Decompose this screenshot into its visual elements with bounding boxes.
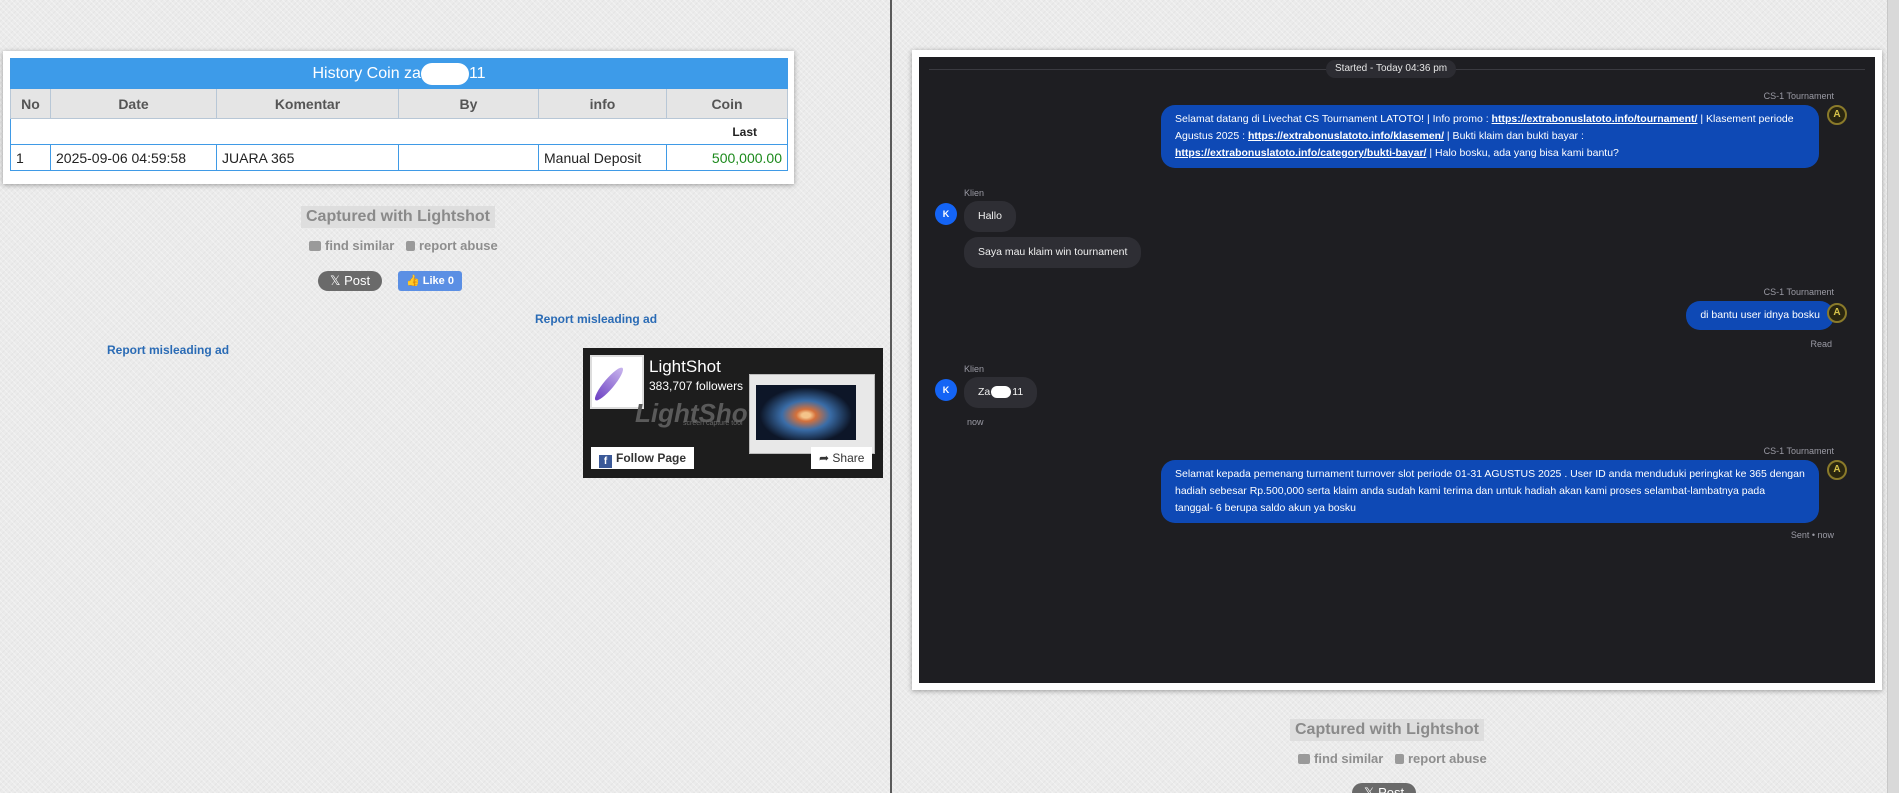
history-screenshot: History Coin za 11 No Date Komentar By in…: [3, 51, 794, 184]
column-header-by[interactable]: By: [398, 88, 539, 119]
cell-no: 1: [10, 144, 51, 171]
agent-message: Selamat datang di Livechat CS Tournament…: [1161, 105, 1819, 168]
captured-with-lightshot[interactable]: Captured with Lightshot: [1290, 719, 1484, 741]
cell-komentar: JUARA 365: [216, 144, 399, 171]
x-logo-icon: 𝕏: [330, 273, 345, 288]
clipboard-icon: [405, 241, 415, 251]
report-misleading-ad-link[interactable]: Report misleading ad: [107, 343, 229, 357]
chat-screenshot: Started - Today 04:36 pm CS-1 Tournament…: [912, 50, 1882, 690]
lightshot-actions: find similar report abuse: [1298, 751, 1495, 766]
fb-page-name[interactable]: LightShot: [649, 357, 721, 377]
follow-page-button[interactable]: f Follow Page: [591, 447, 695, 469]
column-header-info[interactable]: info: [538, 88, 667, 119]
report-abuse-link[interactable]: report abuse: [1394, 751, 1487, 766]
share-arrow-icon: ➦: [819, 451, 833, 465]
cell-date: 2025-09-06 04:59:58: [50, 144, 217, 171]
facebook-icon: f: [599, 455, 612, 468]
client-name: Klien: [964, 188, 985, 198]
agent-avatar: A: [1827, 460, 1847, 480]
share-button[interactable]: ➦ Share: [811, 447, 873, 469]
lightshot-cover-tagline: screen capture tool: [683, 420, 743, 427]
read-receipt: Read: [1810, 339, 1832, 349]
clipboard-icon: [1394, 754, 1404, 764]
fb-followers-count: 383,707 followers: [649, 379, 744, 393]
client-name: Klien: [964, 364, 985, 374]
history-title: History Coin za 11: [10, 58, 788, 89]
klasemen-link[interactable]: https://extrabonuslatoto.info/klasemen/: [1248, 130, 1444, 142]
camera-icon: [309, 241, 321, 251]
promo-link[interactable]: https://extrabonuslatoto.info/tournament…: [1492, 113, 1698, 125]
column-header-komentar[interactable]: Komentar: [216, 88, 399, 119]
find-similar-link[interactable]: find similar: [1298, 751, 1383, 766]
x-post-button[interactable]: 𝕏 Post: [318, 271, 383, 291]
agent-name: CS-1 Tournament: [1763, 287, 1834, 297]
table-row: 1 2025-09-06 04:59:58 JUARA 365 Manual D…: [10, 144, 788, 171]
bukti-bayar-link[interactable]: https://extrabonuslatoto.info/category/b…: [1175, 147, 1426, 159]
client-message: Saya mau klaim win tournament: [964, 237, 1142, 268]
x-logo-icon: 𝕏: [1364, 785, 1379, 793]
report-abuse-link[interactable]: report abuse: [405, 238, 498, 253]
report-misleading-ad-link[interactable]: Report misleading ad: [535, 312, 657, 326]
redacted-username: [991, 386, 1012, 399]
vertical-scrollbar[interactable]: [1887, 0, 1899, 793]
camera-icon: [1298, 754, 1310, 764]
captured-with-lightshot[interactable]: Captured with Lightshot: [301, 206, 495, 228]
redacted-username: [420, 62, 469, 85]
client-avatar: K: [935, 379, 957, 401]
left-screenshot-pane: History Coin za 11 No Date Komentar By in…: [0, 0, 890, 793]
cover-screenshot-image: [749, 374, 875, 454]
facebook-like-button[interactable]: 👍 Like 0: [398, 271, 462, 291]
x-post-button[interactable]: 𝕏 Post: [1352, 783, 1417, 793]
history-coin-table: History Coin za 11 No Date Komentar By in…: [10, 58, 788, 171]
agent-name: CS-1 Tournament: [1763, 446, 1834, 456]
right-screenshot-pane: Started - Today 04:36 pm CS-1 Tournament…: [892, 0, 1899, 793]
thumbs-up-icon: 👍: [406, 275, 423, 287]
sent-status: Sent • now: [1790, 530, 1834, 540]
column-header-date[interactable]: Date: [50, 88, 217, 119]
client-avatar: K: [935, 203, 957, 225]
cell-coin: 500,000.00: [666, 144, 788, 171]
facebook-page-widget: LightShot 383,707 followers LightShot sc…: [583, 348, 883, 478]
column-header-no[interactable]: No: [10, 88, 51, 119]
client-message: Hallo: [964, 201, 1016, 232]
lightshot-actions: find similar report abuse: [309, 238, 506, 253]
sort-label: Last: [10, 118, 788, 145]
cell-by: [398, 144, 539, 171]
message-time: now: [967, 417, 984, 427]
client-message: Za 11: [964, 377, 1038, 408]
cell-info: Manual Deposit: [538, 144, 667, 171]
find-similar-link[interactable]: find similar: [309, 238, 394, 253]
agent-avatar: A: [1827, 105, 1847, 125]
livechat-window: Started - Today 04:36 pm CS-1 Tournament…: [919, 57, 1875, 683]
chat-started-label: Started - Today 04:36 pm: [1326, 60, 1457, 78]
agent-message: Selamat kepada pemenang turnament turnov…: [1161, 460, 1819, 523]
column-header-coin[interactable]: Coin: [666, 88, 788, 119]
agent-message: di bantu user idnya bosku: [1686, 301, 1834, 330]
agent-avatar: A: [1827, 303, 1847, 323]
agent-name: CS-1 Tournament: [1763, 91, 1834, 101]
